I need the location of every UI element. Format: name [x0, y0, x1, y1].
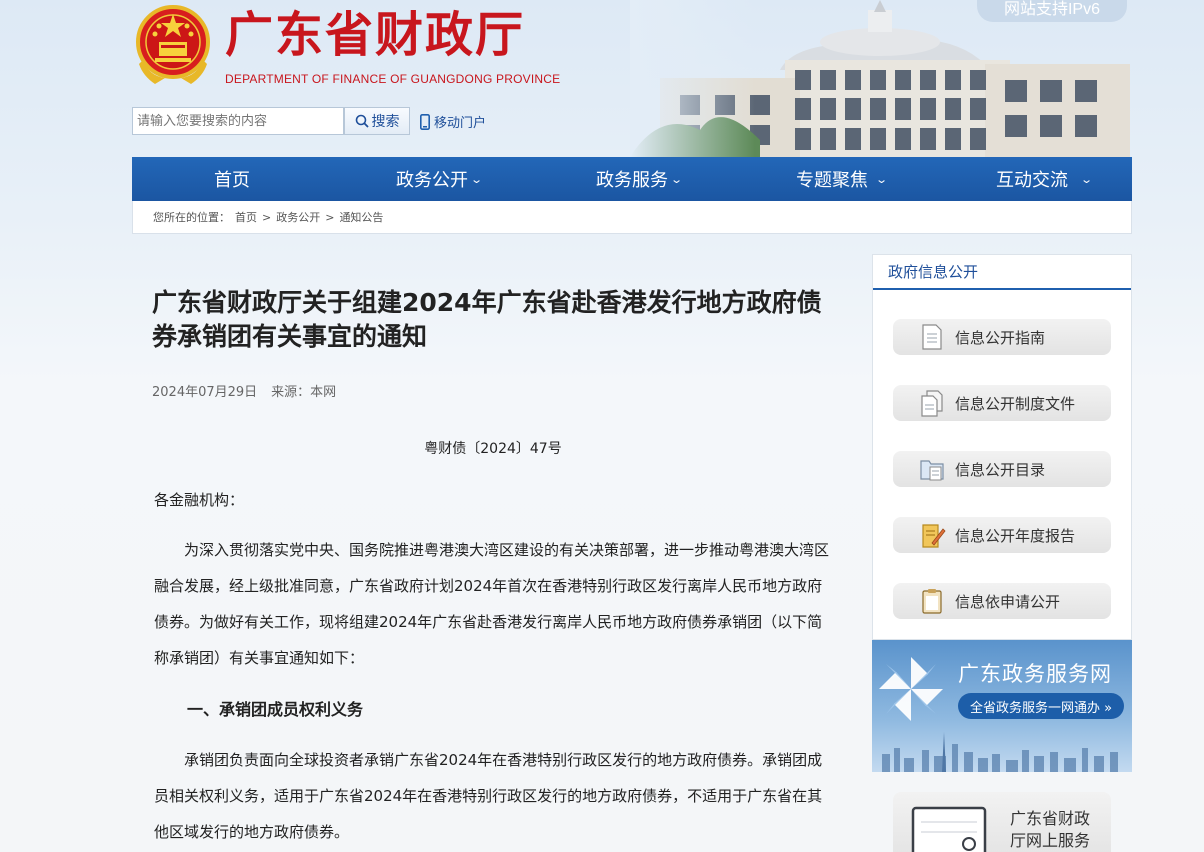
- sidebar-item-label: 信息依申请公开: [955, 592, 1061, 611]
- mobile-portal-label: 移动门户: [434, 116, 487, 131]
- search-input[interactable]: [132, 107, 344, 135]
- site-subtitle: DEPARTMENT OF FINANCE OF GUANGDONG PROVI…: [225, 72, 561, 86]
- site-header: 广东省财政厅 DEPARTMENT OF FINANCE OF GUANGDON…: [0, 0, 1204, 157]
- nav-item-label: 政务服务: [596, 170, 668, 191]
- national-emblem-icon: [136, 5, 210, 84]
- gd-gov-service-banner[interactable]: 广东政务服务网 全省政务服务一网通办 »: [872, 640, 1132, 772]
- document-icon: [922, 324, 942, 350]
- chevron-down-icon: ⌄: [875, 172, 889, 186]
- article: 广东省财政厅关于组建2024年广东省赴香港发行地方政府债券承销团有关事宜的通知 …: [132, 254, 854, 852]
- article-title: 广东省财政厅关于组建2024年广东省赴香港发行地方政府债券承销团有关事宜的通知: [152, 288, 822, 351]
- site-title: 广东省财政厅: [225, 7, 526, 63]
- nav-item-topics[interactable]: 专题聚焦 ⌄: [732, 157, 932, 201]
- nav-item-label: 首页: [214, 170, 250, 191]
- breadcrumb-separator: >: [262, 210, 272, 224]
- chevron-down-icon: ⌄: [670, 172, 684, 186]
- building-illustration: [630, 0, 1130, 157]
- article-date: 2024年07月29日: [152, 385, 258, 400]
- search-button[interactable]: 搜索: [344, 107, 410, 135]
- sidebar-item-regulations[interactable]: 信息公开制度文件: [893, 385, 1111, 421]
- nav-item-label: 政务公开: [396, 170, 468, 191]
- nav-item-home[interactable]: 首页: [132, 157, 332, 201]
- pinwheel-logo-icon: [879, 657, 943, 721]
- breadcrumb-item-gov-affairs[interactable]: 政务公开: [276, 209, 320, 225]
- sidebar-item-label: 信息公开制度文件: [955, 394, 1076, 413]
- sidebar-item-catalog[interactable]: 信息公开目录: [893, 451, 1111, 487]
- main-nav: 首页 政务公开 ⌄ 政务服务 ⌄ 专题聚焦 ⌄ 互动交流 ⌄: [132, 157, 1132, 201]
- sidebar: 政府信息公开 信息公开指南 信息公开制度文件 信息公开目录 信息公开年度报告 信…: [872, 254, 1132, 852]
- breadcrumb: 您所在的位置： 首页 > 政务公开 > 通知公告: [132, 201, 1132, 234]
- chevron-down-icon: ⌄: [470, 172, 484, 186]
- article-meta: 2024年07月29日 来源：本网: [152, 381, 336, 400]
- paragraph: 为深入贯彻落实党中央、国务院推进粤港澳大湾区建设的有关决策部署，进一步推动粤港澳…: [154, 541, 830, 667]
- files-icon: [921, 390, 943, 417]
- breadcrumb-item-notices[interactable]: 通知公告: [339, 209, 383, 225]
- sidebar-item-label: 信息公开目录: [955, 460, 1046, 479]
- salutation: 各金融机构：: [154, 491, 245, 509]
- search-button-label: 搜索: [371, 114, 400, 130]
- breadcrumb-prefix: 您所在的位置：: [153, 211, 230, 224]
- city-skyline: [882, 732, 1118, 772]
- sidebar-item-guide[interactable]: 信息公开指南: [893, 319, 1111, 355]
- document-number: 粤财债〔2024〕47号: [424, 441, 562, 457]
- sidebar-item-label: 信息公开年度报告: [955, 526, 1076, 545]
- search-icon: [355, 114, 369, 128]
- sidebar-item-label: 信息公开指南: [955, 328, 1046, 347]
- banner-title: 广东政务服务网: [958, 662, 1112, 686]
- monitor-icon: [911, 806, 987, 852]
- nav-item-gov-services[interactable]: 政务服务 ⌄: [532, 157, 732, 201]
- chevron-down-icon: ⌄: [1080, 172, 1094, 186]
- nav-item-gov-affairs[interactable]: 政务公开 ⌄: [332, 157, 532, 201]
- service-card-label: 广东省财政厅网上服务平台: [1010, 808, 1102, 852]
- article-source: 来源：本网: [271, 385, 337, 400]
- section-heading: 一、承销团成员权利义务: [187, 700, 364, 719]
- ipv6-badge[interactable]: 网站支持IPv6: [977, 0, 1127, 22]
- paragraph: 承销团负责面向全球投资者承销广东省2024年在香港特别行政区发行的地方政府债券。…: [154, 751, 823, 841]
- breadcrumb-separator: >: [325, 210, 335, 224]
- mobile-portal-link[interactable]: 移动门户: [420, 112, 486, 131]
- clipboard-icon: [922, 589, 942, 614]
- banner-pill-button[interactable]: 全省政务服务一网通办 »: [958, 693, 1124, 719]
- nav-item-interaction[interactable]: 互动交流 ⌄: [932, 157, 1132, 201]
- nav-item-label: 互动交流: [996, 170, 1068, 191]
- sidebar-heading: 政府信息公开: [873, 255, 1131, 290]
- service-card-title: 广东省财政厅网上服务: [1010, 809, 1091, 850]
- breadcrumb-item-home[interactable]: 首页: [235, 209, 257, 225]
- sidebar-item-annual-report[interactable]: 信息公开年度报告: [893, 517, 1111, 553]
- online-service-platform-card[interactable]: 广东省财政厅网上服务平台: [893, 792, 1111, 852]
- sidebar-item-on-request[interactable]: 信息依申请公开: [893, 583, 1111, 619]
- report-pencil-icon: [922, 524, 946, 548]
- folder-icon: [920, 460, 944, 481]
- mobile-phone-icon: [420, 113, 430, 130]
- nav-item-label: 专题聚焦: [796, 170, 868, 191]
